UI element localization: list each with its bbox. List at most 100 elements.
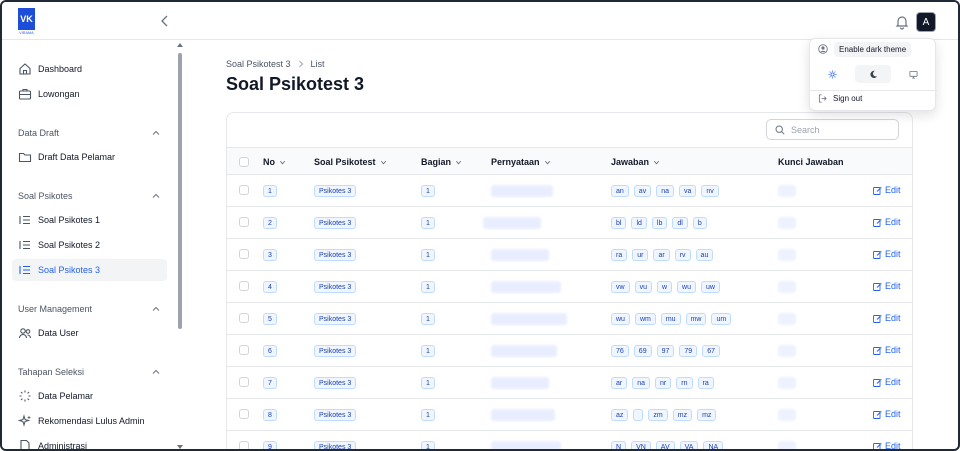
breadcrumb-parent[interactable]: Soal Psikotest 3 — [226, 59, 291, 69]
jawaban-chip: rn — [676, 377, 693, 389]
kunci-redacted — [778, 249, 796, 261]
edit-label: Edit — [885, 217, 901, 227]
sidebar-item-rekomendasi-lulus-admin[interactable]: Rekomendasi Lulus Admin — [12, 410, 167, 432]
table-row: 7 Psikotes 3 1 ar na nr rn ra Edit — [227, 367, 912, 399]
sidebar-item-label: Data Pelamar — [38, 391, 94, 401]
sun-icon — [828, 69, 837, 79]
chevron-left-icon[interactable] — [158, 14, 172, 28]
jawaban-chip: 79 — [679, 345, 698, 357]
bagian-badge: 1 — [421, 281, 435, 293]
row-checkbox[interactable] — [239, 217, 249, 227]
app-logo[interactable]: VK VIRAMA — [18, 8, 35, 36]
row-checkbox[interactable] — [239, 345, 249, 355]
row-checkbox[interactable] — [239, 281, 249, 291]
chevron-up-icon[interactable] — [152, 368, 160, 376]
row-checkbox[interactable] — [239, 249, 249, 259]
light-theme-button[interactable] — [814, 65, 851, 83]
search-input[interactable] — [791, 124, 891, 135]
edit-button[interactable]: Edit — [873, 377, 901, 387]
edit-button[interactable]: Edit — [873, 313, 901, 323]
chevron-down-icon — [544, 160, 550, 164]
column-pernyataan[interactable]: Pernyataan — [491, 157, 551, 167]
users-icon — [18, 326, 32, 340]
table-row: 1 Psikotes 3 1 an av na va nv Edit — [227, 175, 912, 207]
sidebar-scrollbar[interactable] — [177, 43, 183, 449]
edit-button[interactable]: Edit — [873, 345, 901, 355]
section-soal-psikotes[interactable]: Soal Psikotes — [18, 191, 73, 201]
jawaban-chip: wm — [634, 313, 656, 325]
sidebar-item-lowongan[interactable]: Lowongan — [12, 83, 167, 105]
chevron-up-icon[interactable] — [152, 192, 160, 200]
kunci-redacted — [778, 185, 796, 197]
soal-badge: Psikotes 3 — [314, 185, 357, 197]
sidebar-item-data-user[interactable]: Data User — [12, 322, 167, 344]
row-checkbox[interactable] — [239, 377, 249, 387]
table-row: 6 Psikotes 3 1 76 69 97 79 67 Edit — [227, 335, 912, 367]
row-number: 2 — [263, 217, 277, 229]
jawaban-chip: dl — [672, 217, 688, 229]
avatar[interactable]: A — [916, 12, 936, 32]
row-checkbox[interactable] — [239, 441, 249, 449]
search-box[interactable] — [766, 119, 899, 140]
dark-theme-button[interactable] — [854, 65, 892, 83]
jawaban-list: 76 69 97 79 67 — [611, 345, 720, 357]
column-no[interactable]: No — [263, 157, 286, 167]
section-user-management[interactable]: User Management — [18, 304, 92, 314]
bell-icon[interactable] — [894, 14, 910, 30]
sidebar-item-draft-data-pelamar[interactable]: Draft Data Pelamar — [12, 146, 167, 168]
scroll-thumb[interactable] — [178, 53, 182, 329]
jawaban-chip: 76 — [611, 345, 629, 357]
column-kunci-jawaban[interactable]: Kunci Jawaban — [778, 157, 844, 167]
jawaban-chip: N — [611, 441, 627, 449]
search-icon — [775, 124, 785, 135]
jawaban-chip: 97 — [656, 345, 675, 357]
edit-icon — [873, 218, 882, 227]
sidebar-item-dashboard[interactable]: Dashboard — [12, 58, 167, 80]
edit-icon — [873, 346, 882, 355]
scroll-down-arrow[interactable] — [177, 445, 183, 449]
sidebar-item-label: Data User — [38, 328, 79, 338]
kunci-redacted — [778, 409, 796, 421]
pernyataan-redacted — [491, 377, 549, 389]
pernyataan-redacted — [491, 345, 557, 357]
chevron-up-icon[interactable] — [152, 129, 160, 137]
account-menu-popup: Enable dark theme Sign out — [809, 38, 937, 111]
sign-out-button[interactable]: Sign out — [818, 94, 862, 103]
column-bagian[interactable]: Bagian — [421, 157, 462, 167]
edit-label: Edit — [885, 409, 901, 419]
pernyataan-redacted — [491, 441, 561, 449]
row-checkbox[interactable] — [239, 409, 249, 419]
sidebar-item-label: Rekomendasi Lulus Admin — [38, 416, 145, 426]
row-checkbox[interactable] — [239, 313, 249, 323]
sidebar-item-label: Soal Psikotes 3 — [38, 265, 101, 275]
row-checkbox[interactable] — [239, 185, 249, 195]
scroll-up-arrow[interactable] — [177, 43, 183, 47]
edit-button[interactable]: Edit — [873, 441, 901, 449]
jawaban-chip: mz — [672, 409, 693, 421]
section-data-draft[interactable]: Data Draft — [18, 128, 59, 138]
system-theme-button[interactable] — [895, 65, 932, 83]
chevron-down-icon — [654, 160, 660, 164]
edit-button[interactable]: Edit — [873, 281, 901, 291]
edit-button[interactable]: Edit — [873, 409, 901, 419]
sidebar-item-soal-psikotes-2[interactable]: Soal Psikotes 2 — [12, 234, 167, 256]
chevron-down-icon — [380, 160, 386, 164]
sidebar-item-soal-psikotes-1[interactable]: Soal Psikotes 1 — [12, 209, 167, 231]
chevron-down-icon — [455, 160, 462, 164]
column-soal-psikotest[interactable]: Soal Psikotest — [314, 157, 387, 167]
dark-theme-tooltip: Enable dark theme — [834, 42, 912, 57]
sidebar-item-soal-psikotes-3[interactable]: Soal Psikotes 3 — [12, 259, 167, 281]
section-tahapan-seleksi[interactable]: Tahapan Seleksi — [18, 367, 84, 377]
jawaban-list: az zm mz mz — [611, 409, 717, 421]
sidebar-item-data-pelamar[interactable]: Data Pelamar — [12, 385, 167, 407]
chevron-up-icon[interactable] — [152, 305, 160, 313]
pernyataan-redacted — [491, 409, 555, 421]
column-jawaban[interactable]: Jawaban — [611, 157, 660, 167]
select-all-checkbox[interactable] — [239, 157, 249, 167]
sidebar-item-administrasi[interactable]: Administrasi — [12, 435, 167, 449]
edit-button[interactable]: Edit — [873, 217, 901, 227]
edit-button[interactable]: Edit — [873, 185, 901, 195]
jawaban-chip: ur — [632, 249, 649, 261]
breadcrumb: Soal Psikotest 3 List — [226, 59, 325, 69]
edit-button[interactable]: Edit — [873, 249, 901, 259]
